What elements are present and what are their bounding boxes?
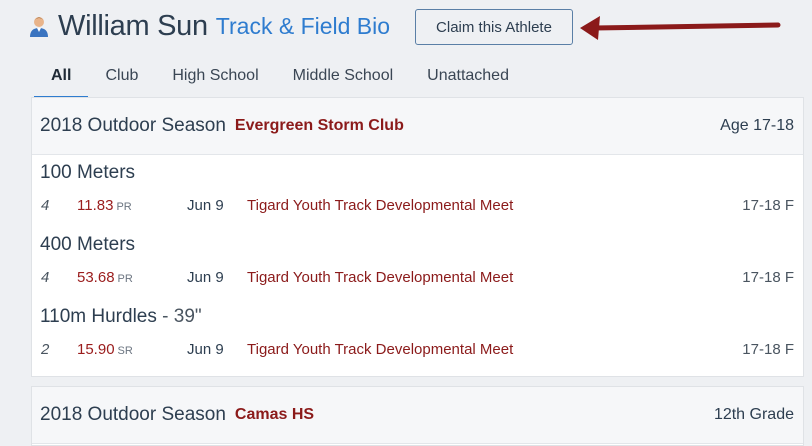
record-tag: PR (117, 272, 133, 285)
claim-athlete-button[interactable]: Claim this Athlete (415, 9, 573, 45)
mark-link[interactable]: 11.83 PR (77, 197, 132, 214)
result-row: 4 53.68 PR Jun 9 Tigard Youth Track Devel… (41, 267, 794, 287)
division: 17-18 F (742, 196, 794, 214)
tab-high-school[interactable]: High School (155, 58, 275, 98)
athlete-name: William Sun (58, 9, 208, 42)
arrow-icon (580, 16, 781, 40)
tab-club[interactable]: Club (88, 58, 155, 98)
mark-value: 11.83 (77, 196, 114, 214)
season-header: 2018 Outdoor Season Camas HS 12th Grade (32, 387, 803, 444)
meet-link[interactable]: Tigard Youth Track Developmental Meet (247, 197, 513, 214)
mark-value: 15.90 (77, 340, 115, 358)
place: 4 (41, 196, 50, 214)
event-name: 400 Meters (40, 234, 136, 255)
bio-title: Track & Field Bio (215, 12, 391, 39)
place: 4 (41, 268, 50, 286)
mark-link[interactable]: 53.68 PR (77, 269, 133, 286)
season-title: 2018 Outdoor Season (40, 115, 226, 136)
person-icon (30, 17, 48, 37)
record-tag: SR (117, 344, 133, 357)
meet-date: Jun 9 (187, 268, 224, 286)
meet-link[interactable]: Tigard Youth Track Developmental Meet (247, 269, 513, 286)
age-group: Age 17-18 (720, 117, 794, 134)
result-row: 4 11.83 PR Jun 9 Tigard Youth Track Devel… (41, 195, 794, 215)
season-title: 2018 Outdoor Season (40, 404, 226, 425)
meet-link[interactable]: Tigard Youth Track Developmental Meet (247, 341, 513, 358)
meet-date: Jun 9 (187, 196, 224, 214)
record-tag: PR (116, 200, 132, 213)
event-title-100m[interactable]: 100 Meters (40, 162, 135, 184)
mark-value: 53.68 (77, 268, 115, 286)
event-height: - 39" (162, 306, 202, 327)
season-card: 2018 Outdoor Season Evergreen Storm Club… (31, 97, 804, 377)
tab-middle-school[interactable]: Middle School (276, 58, 411, 98)
place: 2 (41, 340, 50, 358)
tab-all[interactable]: All (34, 58, 89, 98)
grade-level: 12th Grade (713, 406, 794, 423)
team-link[interactable]: Evergreen Storm Club (235, 117, 404, 135)
season-header: 2018 Outdoor Season Evergreen Storm Club… (32, 98, 803, 155)
level-tabs: All Club High School Middle School Unatt… (34, 58, 526, 98)
tab-unattached[interactable]: Unattached (410, 58, 526, 98)
athlete-header: William Sun Track & Field Bio (28, 6, 390, 46)
mark-link[interactable]: 15.90 SR (77, 341, 133, 358)
event-name: 100 Meters (40, 162, 136, 183)
event-title-110m-hurdles[interactable]: 110m Hurdles - 39" (40, 306, 202, 328)
division: 17-18 F (742, 268, 794, 286)
season-card: 2018 Outdoor Season Camas HS 12th Grade (31, 386, 804, 446)
division: 17-18 F (742, 340, 794, 358)
result-row: 2 15.90 SR Jun 9 Tigard Youth Track Devel… (41, 339, 794, 359)
event-name: 110m Hurdles (40, 306, 157, 327)
event-title-400m[interactable]: 400 Meters (40, 234, 135, 256)
team-link[interactable]: Camas HS (235, 406, 314, 424)
meet-date: Jun 9 (187, 340, 224, 358)
